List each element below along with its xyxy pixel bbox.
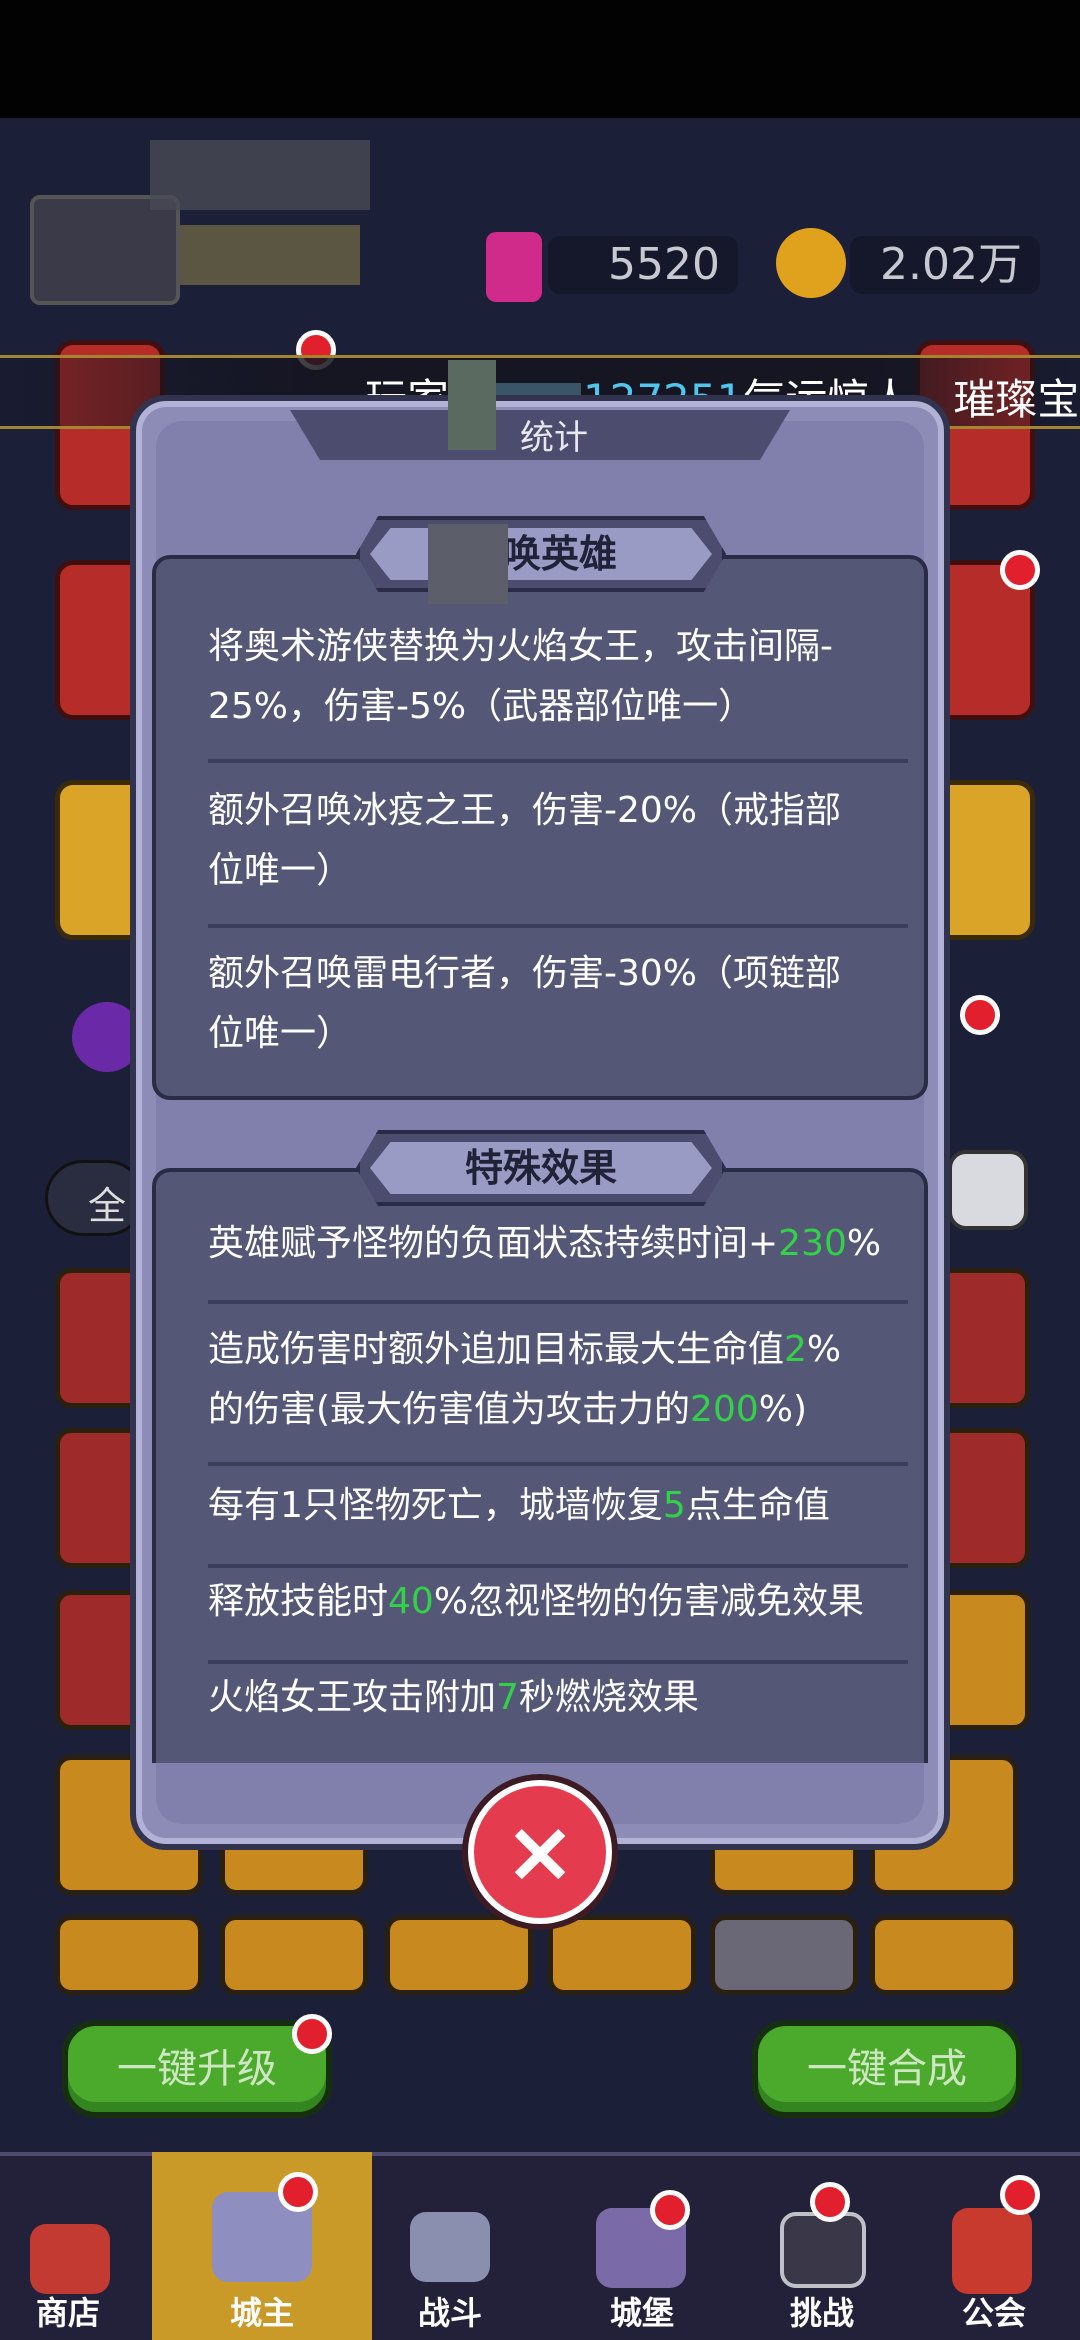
divider	[208, 1300, 908, 1304]
effect-row-3: 每有1只怪物死亡，城墙恢复5点生命值	[208, 1485, 830, 1526]
shop-icon	[30, 2224, 110, 2294]
effect-row-1: 英雄赋予怪物的负面状态持续时间+230%	[208, 1223, 882, 1264]
gold-counter[interactable]: 2.02万	[850, 236, 1040, 294]
player-name-obscured	[150, 140, 370, 210]
divider	[208, 1660, 908, 1664]
gem-icon	[486, 232, 542, 302]
close-icon: ×	[503, 1802, 577, 1902]
divider	[208, 759, 908, 763]
summon-row-2: 额外召唤冰疫之王，伤害-20%（戒指部 位唯一）	[208, 790, 842, 891]
tab-label: 公会	[961, 2294, 1026, 2332]
summon-row-1: 将奥术游侠替换为火焰女王，攻击间隔- 25%，伤害-5%（武器部位唯一）	[208, 626, 833, 727]
notification-dot	[1000, 2175, 1040, 2215]
download-icon[interactable]	[948, 1150, 1028, 1230]
notification-dot	[1000, 550, 1040, 590]
tab-label: 战斗	[417, 2294, 482, 2332]
divider	[208, 924, 908, 928]
obscured-title-icon	[428, 524, 508, 604]
grid-item[interactable]	[220, 1915, 368, 1995]
modal-header-title: 统计	[520, 418, 588, 458]
divider	[208, 1564, 908, 1568]
merge-all-label: 一键合成	[807, 2046, 967, 2092]
summon-section-title: 召唤英雄	[356, 516, 726, 592]
special-effects-section: 英雄赋予怪物的负面状态持续时间+230% 造成伤害时额外追加目标最大生命值2% 的…	[152, 1168, 928, 1763]
grid-item[interactable]	[870, 1915, 1018, 1995]
merge-all-button[interactable]: 一键合成	[752, 2020, 1022, 2118]
tab-lord[interactable]: 城主	[152, 2152, 372, 2340]
gem-counter[interactable]: 5520	[548, 236, 738, 294]
grid-item[interactable]	[385, 1915, 533, 1995]
avatar[interactable]	[30, 195, 180, 305]
upgrade-all-label: 一键升级	[117, 2046, 277, 2092]
notification-dot	[278, 2172, 318, 2212]
grid-item[interactable]	[548, 1915, 696, 1995]
tab-label: 城主	[229, 2294, 294, 2332]
challenge-icon	[780, 2212, 866, 2288]
player-name-obscured-2	[180, 225, 360, 285]
obscured-avatar	[448, 360, 496, 450]
notification-dot	[960, 995, 1000, 1035]
status-bar	[0, 0, 1080, 118]
guild-icon	[952, 2208, 1032, 2294]
effect-row-2: 造成伤害时额外追加目标最大生命值2% 的伤害(最大伤害值为攻击力的200%)	[208, 1329, 842, 1430]
summon-hero-section: 将奥术游侠替换为火焰女王，攻击间隔- 25%，伤害-5%（武器部位唯一） 额外召唤…	[152, 555, 928, 1100]
notification-dot	[650, 2190, 690, 2230]
grid-item-locked[interactable]	[710, 1915, 858, 1995]
grid-item[interactable]	[55, 1915, 203, 1995]
special-effects-title: 特殊效果	[356, 1130, 726, 1206]
notification-dot	[292, 2014, 332, 2054]
tab-label: 商店	[35, 2294, 100, 2332]
notification-dot	[810, 2182, 850, 2222]
effect-row-4: 释放技能时40%忽视怪物的伤害减免效果	[208, 1581, 865, 1622]
divider	[208, 1462, 908, 1466]
effect-row-5: 火焰女王攻击附加7秒燃烧效果	[208, 1677, 699, 1718]
swords-icon	[410, 2212, 490, 2282]
close-button[interactable]: ×	[468, 1780, 612, 1924]
gold-coin-icon	[776, 228, 846, 298]
tab-guild[interactable]: 公会	[864, 2152, 1080, 2340]
summon-row-3: 额外召唤雷电行者，伤害-30%（项链部 位唯一）	[208, 953, 842, 1054]
filter-label: 全	[88, 1184, 127, 1228]
